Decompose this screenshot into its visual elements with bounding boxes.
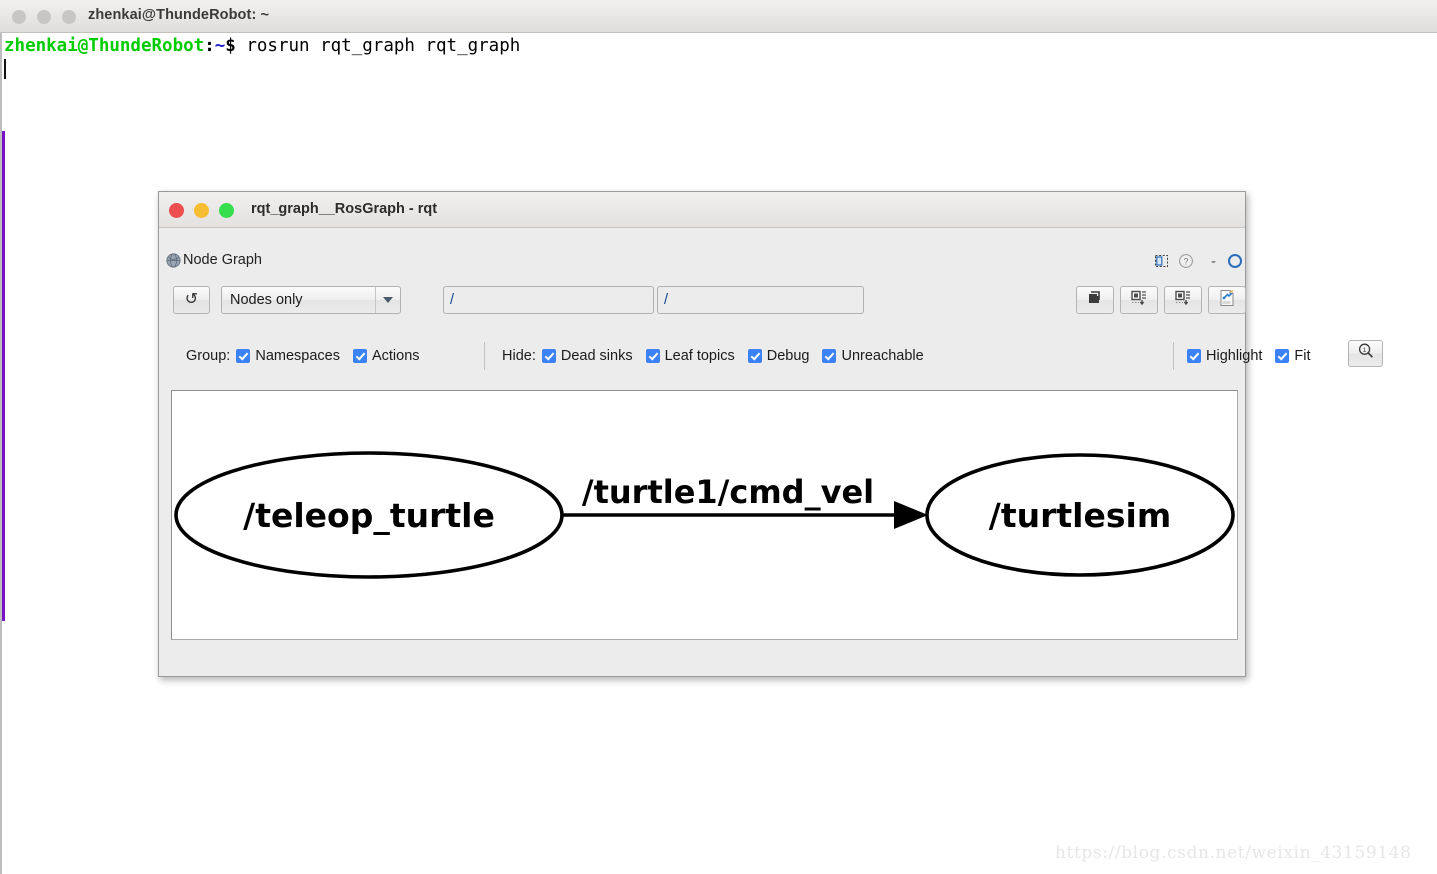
- zoom-button[interactable]: 1: [1348, 340, 1383, 367]
- terminal-prompt-path: ~: [214, 36, 226, 56]
- dock-minimize-button[interactable]: -: [1211, 253, 1216, 270]
- globe-icon: [166, 252, 181, 268]
- checkbox-unreachable-box[interactable]: [822, 349, 837, 363]
- rqt-graph-window: rqt_graph__RosGraph - rqt Node Graph ? -…: [158, 191, 1383, 677]
- graph-node-turtlesim[interactable]: /turtlesim: [925, 453, 1235, 577]
- rqt-options-row: Group: Namespaces Actions Hide: Dead sin…: [173, 340, 1383, 372]
- node-filter-input[interactable]: [657, 286, 864, 314]
- save-as-dot-button[interactable]: [1120, 286, 1158, 314]
- help-icon[interactable]: ?: [1177, 252, 1195, 270]
- checkbox-dead-sinks[interactable]: Dead sinks: [541, 348, 633, 364]
- terminal-prompt-user: zhenkai@ThundeRobot: [4, 36, 205, 56]
- checkbox-debug-label: Debug: [766, 348, 810, 364]
- topic-filter-input[interactable]: [443, 286, 654, 314]
- checkbox-actions-label: Actions: [371, 348, 420, 364]
- terminal-titlebar: zhenkai@ThundeRobot: ~: [0, 0, 1437, 33]
- rqt-maximize-button[interactable]: [219, 203, 234, 218]
- terminal-command-text: rosrun rqt_graph rqt_graph: [246, 36, 521, 56]
- graph-node-teleop-turtle[interactable]: /teleop_turtle: [174, 451, 564, 579]
- graph-node-turtlesim-label: /turtlesim: [989, 496, 1171, 535]
- checkbox-highlight-box[interactable]: [1187, 349, 1201, 363]
- rqt-close-button[interactable]: [169, 203, 184, 218]
- group-options: Group: Namespaces Actions: [186, 340, 420, 372]
- save-as-image-button[interactable]: [1164, 286, 1202, 314]
- checkbox-fit[interactable]: Fit: [1275, 348, 1311, 364]
- checkbox-highlight[interactable]: Highlight: [1187, 348, 1262, 364]
- rqt-titlebar: rqt_graph__RosGraph - rqt: [159, 192, 1245, 228]
- checkbox-fit-box[interactable]: [1275, 349, 1290, 363]
- options-divider-2: [1173, 342, 1174, 370]
- checkbox-actions[interactable]: Actions: [352, 348, 420, 364]
- dock-title-label: Node Graph: [183, 252, 262, 268]
- terminal-close-button[interactable]: [12, 10, 26, 24]
- terminal-title: zhenkai@ThundeRobot: ~: [88, 7, 270, 23]
- graph-edge-label-cmd-vel: /turtle1/cmd_vel: [582, 473, 874, 511]
- checkbox-unreachable[interactable]: Unreachable: [822, 348, 924, 364]
- rqt-window-title: rqt_graph__RosGraph - rqt: [251, 201, 438, 217]
- group-label: Group:: [186, 348, 231, 364]
- dock-title-group: Node Graph: [166, 252, 262, 268]
- load-dot-button[interactable]: [1208, 286, 1246, 314]
- watermark-url: https://blog.csdn.net/weixin_43159148: [1055, 843, 1412, 863]
- dock-close-icon[interactable]: [1228, 254, 1242, 268]
- checkbox-actions-box[interactable]: [352, 349, 367, 363]
- fit-in-view-button[interactable]: [1076, 286, 1114, 314]
- checkbox-debug-box[interactable]: [747, 349, 762, 363]
- refresh-icon: ↺: [184, 291, 199, 308]
- checkbox-namespaces[interactable]: Namespaces: [236, 348, 340, 364]
- checkbox-dead-sinks-box[interactable]: [541, 349, 556, 363]
- graph-node-teleop-turtle-label: /teleop_turtle: [243, 496, 495, 535]
- terminal-cursor: [4, 59, 6, 79]
- checkbox-unreachable-label: Unreachable: [841, 348, 924, 364]
- checkbox-debug[interactable]: Debug: [747, 348, 810, 364]
- hide-label: Hide:: [502, 348, 536, 364]
- checkbox-leaf-topics-label: Leaf topics: [664, 348, 735, 364]
- launcher-edge-strip: [2, 131, 5, 621]
- rqt-minimize-button[interactable]: [194, 203, 209, 218]
- terminal-prompt-separator: :: [204, 36, 215, 56]
- checkbox-highlight-label: Highlight: [1206, 348, 1263, 364]
- checkbox-leaf-topics-box[interactable]: [645, 349, 660, 363]
- terminal-command-line: zhenkai@ThundeRobot:~$ rosrun rqt_graph …: [4, 35, 520, 57]
- view-options: Highlight Fit: [1187, 340, 1311, 372]
- terminal-prompt-dollar: $: [225, 36, 247, 56]
- load-dot-icon: [1217, 288, 1237, 313]
- checkbox-namespaces-box[interactable]: [236, 349, 251, 363]
- checkbox-namespaces-label: Namespaces: [255, 348, 340, 364]
- refresh-graph-button[interactable]: ↺: [173, 286, 210, 314]
- hide-options: Hide: Dead sinks Leaf topics Debug Unrea…: [502, 340, 924, 372]
- graph-filter-select[interactable]: Nodes only: [221, 286, 401, 314]
- checkbox-fit-label: Fit: [1294, 348, 1311, 364]
- dock-header-buttons: ? -: [1153, 252, 1242, 270]
- terminal-maximize-button[interactable]: [62, 10, 76, 24]
- options-divider-1: [484, 342, 485, 370]
- terminal-minimize-button[interactable]: [37, 10, 51, 24]
- checkbox-leaf-topics[interactable]: Leaf topics: [645, 348, 735, 364]
- svg-text:1: 1: [1362, 347, 1366, 354]
- chevron-down-icon: [375, 287, 400, 313]
- dock-widget-header: Node Graph ? -: [164, 252, 1242, 276]
- float-icon[interactable]: [1153, 252, 1171, 270]
- stack-icon: [1085, 288, 1105, 313]
- ros-graph-canvas[interactable]: /teleop_turtle /turtlesim /turtle1/cmd_v…: [171, 390, 1238, 640]
- graph-filter-select-value: Nodes only: [230, 292, 303, 308]
- save-dot-icon: [1129, 288, 1149, 313]
- magnifier-icon: 1: [1357, 342, 1375, 365]
- svg-text:?: ?: [1183, 257, 1188, 267]
- save-image-icon: [1173, 288, 1193, 313]
- rqt-toolbar: ↺ Nodes only: [173, 286, 1246, 314]
- checkbox-dead-sinks-label: Dead sinks: [560, 348, 633, 364]
